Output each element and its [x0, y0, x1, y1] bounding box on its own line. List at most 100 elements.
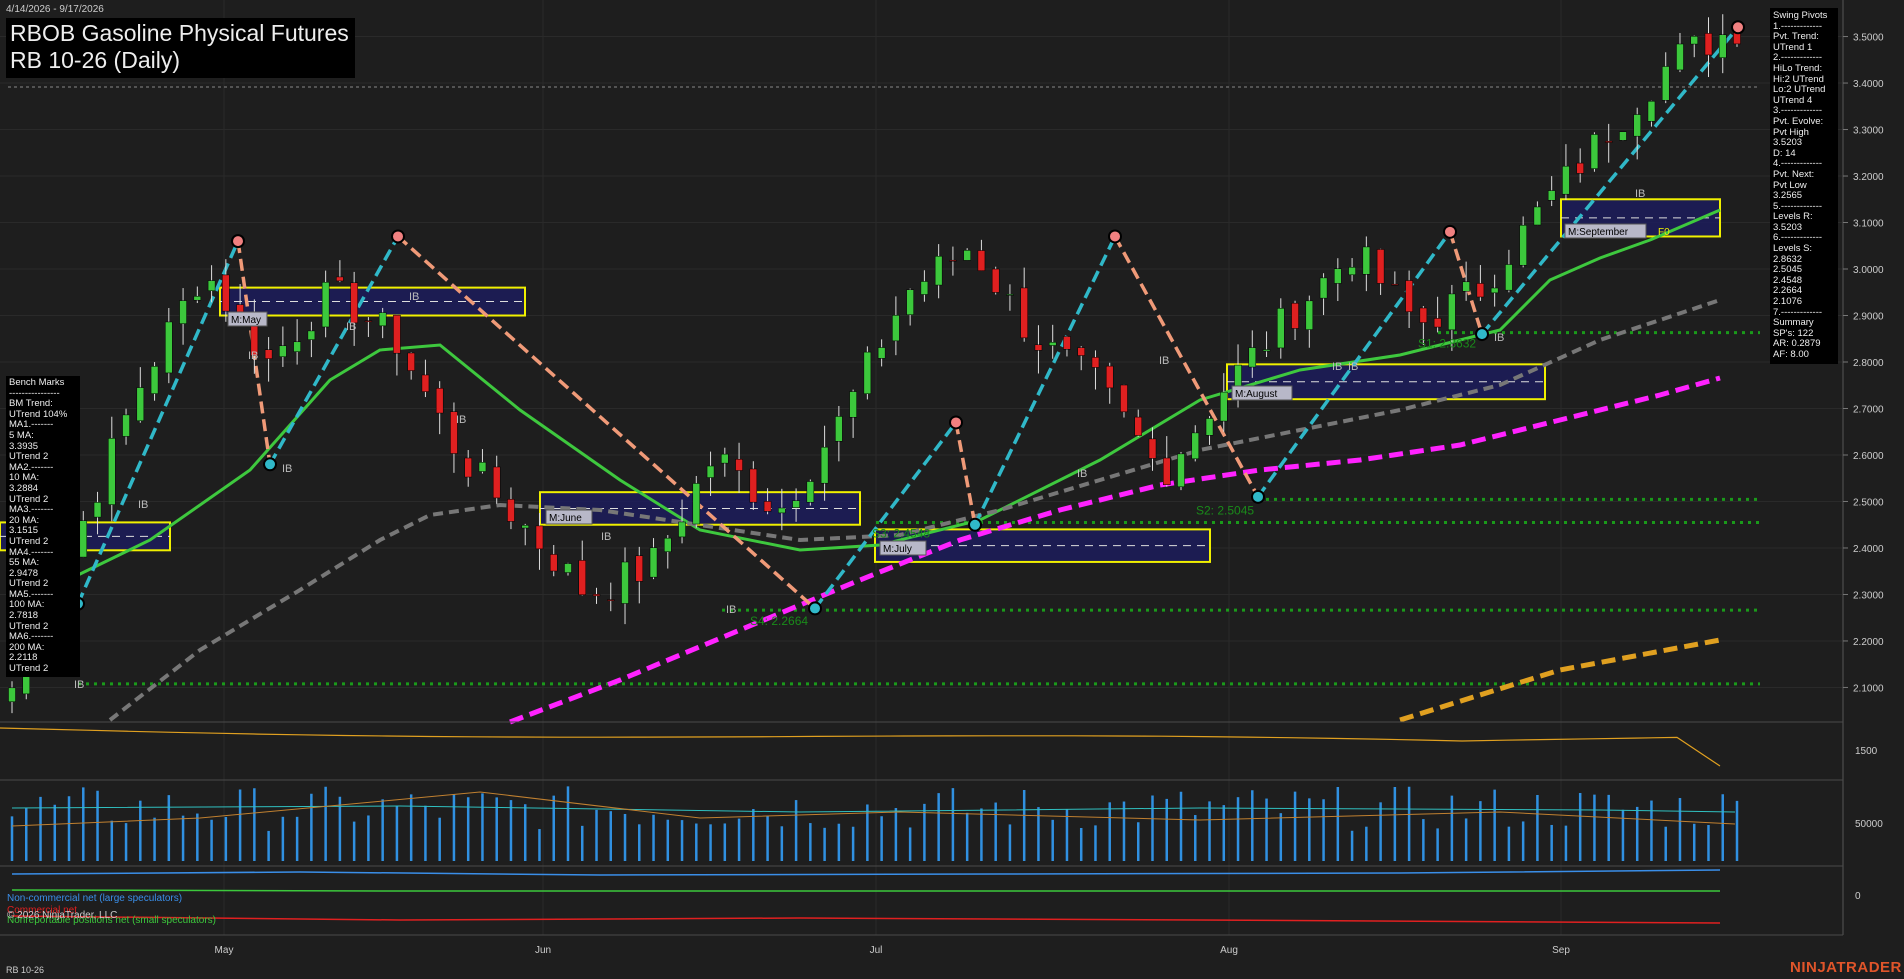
- swing-pivot-marker: [263, 457, 277, 472]
- candle-body: [1419, 307, 1428, 323]
- candle-body: [1647, 100, 1656, 122]
- candle-body: [1519, 225, 1527, 266]
- swing-pivot-marker: [1475, 327, 1489, 342]
- candle-body: [1105, 365, 1114, 389]
- candle-body: [749, 468, 758, 503]
- candle-body: [321, 282, 330, 328]
- ib-label: IB: [456, 414, 466, 426]
- candle-body: [949, 259, 957, 262]
- candle-body: [1077, 347, 1085, 356]
- candle-body: [592, 594, 601, 597]
- candle-body: [464, 457, 472, 478]
- candle-body: [1262, 349, 1271, 352]
- candle-body: [635, 555, 644, 582]
- candle-body: [478, 462, 487, 472]
- candle-body: [706, 465, 715, 478]
- price-tick-label: 2.3000: [1853, 590, 1884, 601]
- candle-body: [207, 280, 216, 291]
- brand-logo: NINJATRADER: [1790, 959, 1902, 976]
- candle-body: [1690, 36, 1698, 45]
- candle-body: [1405, 280, 1413, 312]
- candle-body: [1476, 283, 1485, 298]
- candle-body: [1020, 287, 1028, 339]
- candle-body: [1704, 33, 1713, 56]
- bench-marks-line: UTrend 2: [9, 535, 49, 547]
- candle-body: [849, 391, 857, 418]
- zone-label: M:September: [1568, 227, 1629, 238]
- swing-pivot-marker: [1443, 224, 1457, 239]
- candle-body: [492, 466, 501, 499]
- ib-label: IB: [1159, 355, 1169, 367]
- candle-body: [820, 446, 829, 484]
- zone-label: M:July: [883, 544, 912, 555]
- chart-subtitle: RB 10-26 (Daily): [10, 47, 180, 73]
- candle-body: [507, 499, 515, 522]
- chart-title-box: RBOB Gasoline Physical Futures RB 10-26 …: [6, 18, 355, 78]
- price-tick-label: 2.4000: [1853, 544, 1884, 555]
- bench-marks-line: 3.2884: [9, 482, 39, 494]
- candle-body: [835, 416, 843, 442]
- bench-marks-line: UTrend 2: [9, 663, 49, 675]
- candle-body: [165, 321, 173, 374]
- candle-body: [1006, 294, 1014, 296]
- candle-body: [963, 250, 971, 261]
- candle-body: [378, 312, 387, 327]
- panel-axis-label: 1500: [1855, 746, 1878, 757]
- candle-body: [8, 687, 16, 703]
- ib-label: IB: [1494, 332, 1504, 344]
- price-tick-label: 2.5000: [1853, 497, 1884, 508]
- candle-body: [578, 560, 586, 596]
- ib-label: IB: [248, 350, 258, 362]
- candle-body: [1048, 342, 1057, 346]
- candle-body: [1533, 206, 1542, 226]
- candle-body: [607, 599, 615, 601]
- month-label: Aug: [1220, 945, 1238, 956]
- candle-body: [763, 501, 772, 512]
- ib-label: IB: [1332, 361, 1342, 373]
- ib-label: IB: [346, 321, 356, 333]
- swing-pivots-panel: Swing Pivots 1.------------- Pvt. Trend: UT…: [1770, 8, 1838, 364]
- candle-body: [863, 351, 872, 394]
- candle-body: [150, 366, 159, 394]
- candle-body: [1576, 162, 1584, 174]
- candle-body: [1291, 302, 1299, 329]
- candle-body: [1034, 344, 1043, 351]
- candle-body: [1134, 416, 1142, 436]
- candle-body: [1619, 131, 1627, 141]
- candle-body: [1590, 134, 1599, 169]
- candle-body: [991, 268, 1000, 293]
- bench-marks-line: Bench Marks: [9, 377, 65, 388]
- candle-body: [1547, 190, 1556, 201]
- swing-pivot-line: Swing Pivots: [1773, 10, 1828, 21]
- ib-label: IB: [74, 679, 84, 691]
- candle-body: [977, 250, 986, 271]
- candle-body: [1220, 391, 1228, 422]
- candle-body: [1661, 66, 1670, 101]
- month-label: Sep: [1552, 945, 1570, 956]
- candle-body: [1376, 249, 1385, 284]
- swing-pivot-marker: [1251, 489, 1265, 504]
- ib-label: IB: [409, 291, 419, 303]
- candle-body: [435, 388, 444, 414]
- candle-body: [1063, 336, 1071, 350]
- price-tick-label: 2.2000: [1853, 637, 1884, 648]
- ib-label: IB: [601, 531, 611, 543]
- candle-body: [1177, 453, 1185, 488]
- zone-label: M:June: [549, 513, 582, 524]
- candle-body: [1191, 432, 1200, 460]
- candle-body: [307, 330, 316, 340]
- candle-body: [778, 507, 786, 514]
- price-tick-label: 3.5000: [1853, 33, 1884, 44]
- candle-body: [906, 289, 914, 315]
- month-label: Jun: [535, 945, 551, 956]
- candle-body: [892, 315, 900, 342]
- swing-pivot-marker: [231, 234, 245, 249]
- candle-body: [692, 483, 701, 525]
- candle-body: [877, 347, 886, 359]
- candle-body: [1148, 438, 1157, 459]
- swing-pivot-marker: [1731, 20, 1745, 35]
- candle-body: [1091, 357, 1100, 368]
- candle-body: [222, 274, 230, 312]
- swing-pivot-marker: [1108, 229, 1122, 244]
- price-tick-label: 3.2000: [1853, 172, 1884, 183]
